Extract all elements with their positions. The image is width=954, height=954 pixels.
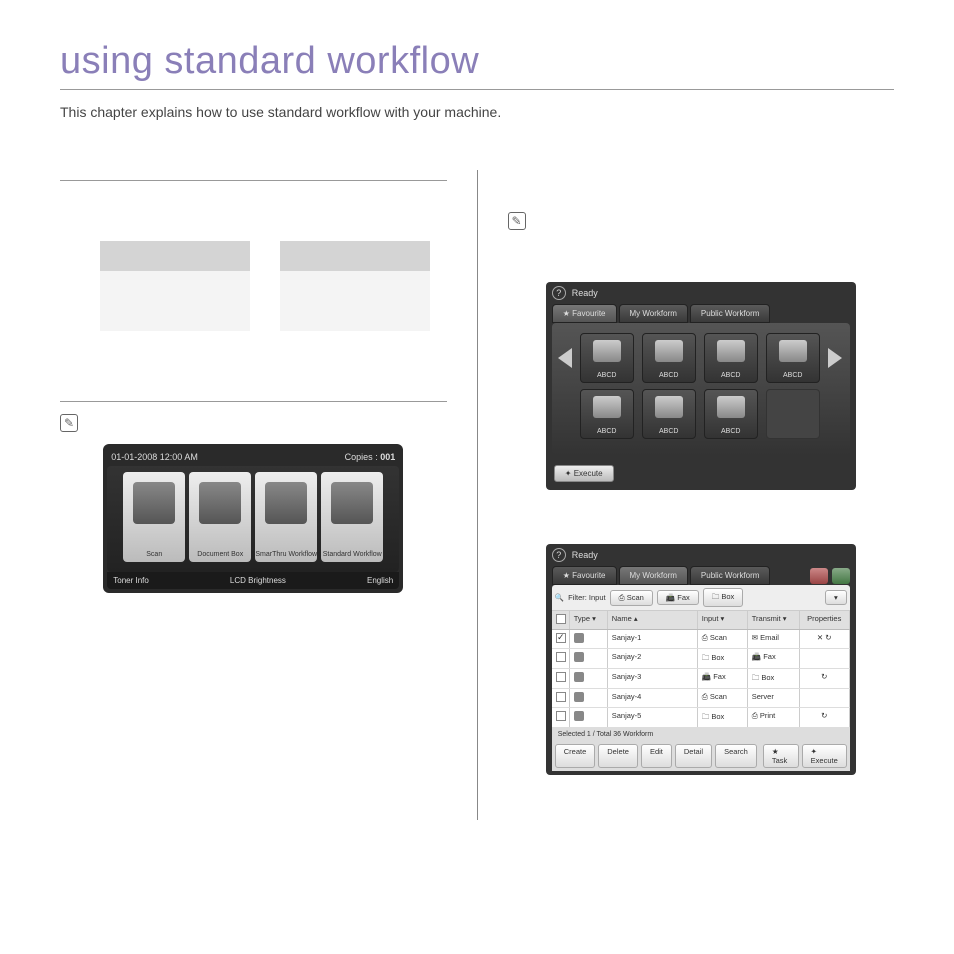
action-badge-icon[interactable] <box>832 568 850 584</box>
table-row[interactable]: Sanjay-3 📠 Fax 🗀 Box ↻ <box>552 669 850 689</box>
detail-button[interactable]: Detail <box>675 744 712 768</box>
row-checkbox[interactable] <box>556 672 566 682</box>
language-button[interactable]: English <box>367 576 393 585</box>
row-checkbox[interactable] <box>556 692 566 702</box>
table-header: Type ▾ Name ▴ Input ▾ Transmit ▾ Propert… <box>552 611 850 630</box>
table-row[interactable]: Sanjay-5 🗀 Box ⎙ Print ↻ <box>552 708 850 728</box>
help-icon[interactable]: ? <box>552 548 566 562</box>
tab-favourite[interactable]: ★ Favourite <box>552 566 617 585</box>
type-icon <box>574 692 584 702</box>
toner-info-button[interactable]: Toner Info <box>113 576 149 585</box>
col-type[interactable]: Type ▾ <box>570 611 608 629</box>
execute-button[interactable]: ✦ Execute <box>802 744 847 768</box>
menu-scan[interactable]: Scan <box>123 472 185 562</box>
page-title: using standard workflow <box>60 40 894 90</box>
workform-tile[interactable]: ABCD <box>642 389 696 439</box>
note-block: ✎ <box>508 212 895 230</box>
section-divider <box>60 180 447 181</box>
col-transmit[interactable]: Transmit ▾ <box>748 611 800 629</box>
lcd-brightness-button[interactable]: LCD Brightness <box>230 576 286 585</box>
favourite-tab-screenshot: ? Ready ★ Favourite My Workform Public W… <box>546 282 856 490</box>
section-divider <box>60 401 447 402</box>
next-arrow-icon[interactable] <box>828 348 842 368</box>
filter-scan-button[interactable]: ⎙ Scan <box>610 590 653 606</box>
note-icon: ✎ <box>508 212 526 230</box>
copies-label: Copies : <box>345 452 378 462</box>
action-badge-icon[interactable] <box>810 568 828 584</box>
workform-tile[interactable]: ABCD <box>580 389 634 439</box>
menu-standard-workflow[interactable]: Standard Workflow <box>321 472 383 562</box>
delete-button[interactable]: Delete <box>598 744 638 768</box>
tab-my-workform[interactable]: My Workform <box>619 304 688 323</box>
note-icon: ✎ <box>60 414 78 432</box>
left-column: ✎ 01-01-2008 12:00 AM Copies : 001 Scan … <box>60 170 447 820</box>
checkbox-all[interactable] <box>556 614 566 624</box>
type-icon <box>574 672 584 682</box>
menu-smarthru[interactable]: SmarThru Workflow <box>255 472 317 562</box>
placeholder-images <box>100 241 447 331</box>
type-icon <box>574 652 584 662</box>
filter-fax-button[interactable]: 📠 Fax <box>657 590 699 605</box>
task-button[interactable]: ★ Task <box>763 744 799 768</box>
tab-public-workform[interactable]: Public Workform <box>690 566 771 585</box>
note-block: ✎ <box>60 414 447 432</box>
table-row[interactable]: Sanjay-1 ⎙ Scan ✉ Email ✕ ↻ <box>552 630 850 649</box>
main-menu-screenshot: 01-01-2008 12:00 AM Copies : 001 Scan Do… <box>103 444 403 593</box>
datetime-label: 01-01-2008 12:00 AM <box>111 452 198 462</box>
table-row[interactable]: Sanjay-2 🗀 Box 📠 Fax <box>552 649 850 669</box>
status-ready: Ready <box>572 550 598 560</box>
menu-documentbox[interactable]: Document Box <box>189 472 251 562</box>
type-icon <box>574 711 584 721</box>
search-button[interactable]: Search <box>715 744 757 768</box>
my-workform-screenshot: ? Ready ★ Favourite My Workform Public W… <box>546 544 856 775</box>
col-name[interactable]: Name ▴ <box>608 611 698 629</box>
execute-button[interactable]: ✦ Execute <box>554 465 614 482</box>
type-icon <box>574 633 584 643</box>
col-input[interactable]: Input ▾ <box>698 611 748 629</box>
status-ready: Ready <box>572 288 598 298</box>
filter-menu-button[interactable]: ▾ <box>825 590 847 605</box>
row-checkbox[interactable] <box>556 633 566 643</box>
tab-public-workform[interactable]: Public Workform <box>690 304 771 323</box>
copies-value: 001 <box>380 452 395 462</box>
workform-tile[interactable]: ABCD <box>580 333 634 383</box>
intro-text: This chapter explains how to use standar… <box>60 104 894 120</box>
selection-status: Selected 1 / Total 36 Workform <box>555 731 656 738</box>
help-icon[interactable]: ? <box>552 286 566 300</box>
workform-tile[interactable]: ABCD <box>642 333 696 383</box>
filter-label: Filter: Input <box>568 593 606 602</box>
workform-tile[interactable]: ABCD <box>766 333 820 383</box>
right-column: ✎ ? Ready ★ Favourite My Workform Public… <box>508 170 895 820</box>
workform-tile[interactable]: ABCD <box>704 389 758 439</box>
placeholder-image-1 <box>100 241 250 331</box>
workform-tile-empty <box>766 389 820 439</box>
tab-favourite[interactable]: ★ Favourite <box>552 304 617 323</box>
workform-tile[interactable]: ABCD <box>704 333 758 383</box>
create-button[interactable]: Create <box>555 744 596 768</box>
two-column-layout: ✎ 01-01-2008 12:00 AM Copies : 001 Scan … <box>60 170 894 820</box>
row-checkbox[interactable] <box>556 711 566 721</box>
prev-arrow-icon[interactable] <box>558 348 572 368</box>
tab-my-workform[interactable]: My Workform <box>619 566 688 585</box>
placeholder-image-2 <box>280 241 430 331</box>
edit-button[interactable]: Edit <box>641 744 672 768</box>
col-properties: Properties <box>800 611 850 629</box>
row-checkbox[interactable] <box>556 652 566 662</box>
column-divider <box>477 170 478 820</box>
filter-box-button[interactable]: 🗀 Box <box>703 588 744 607</box>
table-row[interactable]: Sanjay-4 ⎙ Scan Server <box>552 689 850 708</box>
